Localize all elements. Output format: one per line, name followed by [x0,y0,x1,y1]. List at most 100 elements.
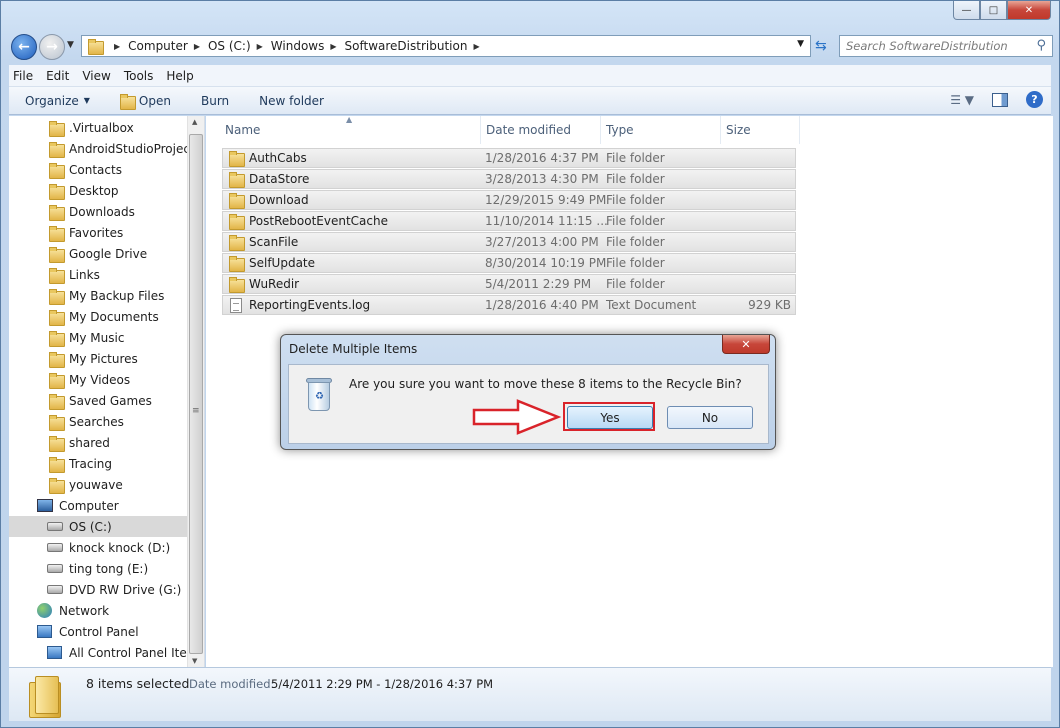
menu-file[interactable]: File [13,69,33,83]
search-input[interactable]: Search SoftwareDistribution ⚲ [839,35,1053,57]
column-header-name[interactable]: Name [219,116,481,144]
folder-icon [49,477,65,494]
selection-count: 8 items selected [86,676,190,691]
nav-item-network[interactable]: Network [37,600,109,621]
file-date: 3/28/2013 4:30 PM [485,172,599,186]
nav-item-label: My Pictures [69,351,138,366]
nav-item-my-documents[interactable]: My Documents [49,306,159,327]
nav-item-ting-tong-e[interactable]: ting tong (E:) [47,558,148,579]
nav-item-label: ting tong (E:) [69,561,149,576]
drive-icon [47,543,63,552]
breadcrumb-separator[interactable]: ▶ [108,42,128,51]
scroll-down-icon[interactable]: ▼ [192,657,197,665]
date-modified-value: 5/4/2011 2:29 PM - 1/28/2016 4:37 PM [271,677,494,691]
dvd-drive-icon [47,585,63,594]
menu-tools[interactable]: Tools [124,69,154,83]
back-button[interactable]: ← [11,34,37,60]
file-row[interactable]: WuRedir 5/4/2011 2:29 PM File folder [222,274,796,294]
folder-icon [49,414,65,431]
scroll-up-icon[interactable]: ▲ [192,118,197,126]
nav-item-saved-games[interactable]: Saved Games [49,390,152,411]
nav-item-tracing[interactable]: Tracing [49,453,112,474]
forward-button[interactable]: → [39,34,65,60]
file-row[interactable]: SelfUpdate 8/30/2014 10:19 PM File folde… [222,253,796,273]
dialog-close-button[interactable]: ✕ [722,335,770,354]
nav-item-knock-knock-d[interactable]: knock knock (D:) [47,537,170,558]
help-icon[interactable]: ? [1026,91,1043,108]
nav-item-virtualbox[interactable]: .Virtualbox [49,117,134,138]
breadcrumb-softwaredistribution[interactable]: SoftwareDistribution ▶ [345,39,488,53]
file-row[interactable]: Download 12/29/2015 9:49 PM File folder [222,190,796,210]
organize-button[interactable]: Organize ▼ [25,94,90,108]
nav-item-searches[interactable]: Searches [49,411,124,432]
file-name: DataStore [249,172,310,186]
file-type: File folder [606,172,665,186]
column-header-date-modified[interactable]: Date modified [480,116,601,144]
open-folder-icon [119,93,136,110]
file-row[interactable]: AuthCabs 1/28/2016 4:37 PM File folder [222,148,796,168]
nav-item-my-pictures[interactable]: My Pictures [49,348,138,369]
maximize-button[interactable]: □ [980,1,1007,20]
breadcrumb-computer[interactable]: Computer ▶ [128,39,208,53]
folder-icon [88,39,104,55]
view-options-icon[interactable]: ☰ ▼ [950,93,974,107]
nav-item-control-panel[interactable]: Control Panel [37,621,139,642]
new-folder-button[interactable]: New folder [259,94,324,108]
nav-item-youwave[interactable]: youwave [49,474,123,495]
folder-icon [49,435,65,452]
dialog-body: ♻ Are you sure you want to move these 8 … [288,364,769,444]
nav-item-my-videos[interactable]: My Videos [49,369,130,390]
nav-item-label: My Documents [69,309,159,324]
nav-item-google-drive[interactable]: Google Drive [49,243,147,264]
menu-help[interactable]: Help [166,69,193,83]
column-header-type[interactable]: Type [600,116,721,144]
minimize-button[interactable]: — [953,1,980,20]
nav-item-androidstudioprojects[interactable]: AndroidStudioProjects [49,138,201,159]
address-dropdown-icon[interactable]: ▼ [797,39,804,49]
nav-item-computer[interactable]: Computer [37,495,119,516]
nav-item-my-backup-files[interactable]: My Backup Files [49,285,164,306]
column-header-label: Size [726,123,751,137]
burn-button[interactable]: Burn [201,94,229,108]
nav-item-contacts[interactable]: Contacts [49,159,122,180]
menu-edit[interactable]: Edit [46,69,69,83]
file-row[interactable]: ReportingEvents.log 1/28/2016 4:40 PM Te… [222,295,796,315]
close-window-button[interactable]: ✕ [1007,1,1051,20]
nav-item-my-music[interactable]: My Music [49,327,124,348]
no-button[interactable]: No [667,406,753,429]
nav-item-os-c[interactable]: OS (C:) [9,516,189,537]
scrollbar-thumb[interactable] [189,134,203,654]
nav-item-downloads[interactable]: Downloads [49,201,135,222]
column-header-label: Date modified [486,123,572,137]
file-row[interactable]: ScanFile 3/27/2013 4:00 PM File folder [222,232,796,252]
refresh-icon[interactable]: ⇆ [815,38,827,54]
dialog-title: Delete Multiple Items [289,342,418,356]
breadcrumb-os-c[interactable]: OS (C:) ▶ [208,39,271,53]
nav-item-favorites[interactable]: Favorites [49,222,123,243]
column-header-size[interactable]: Size [720,116,800,144]
nav-item-dvd-rw-drive-g[interactable]: DVD RW Drive (G:) [47,579,181,600]
file-date: 11/10/2014 11:15 ... [485,214,608,228]
column-header-label: Type [606,123,634,137]
nav-item-shared[interactable]: shared [49,432,110,453]
preview-pane-icon[interactable] [992,92,1008,107]
nav-item-links[interactable]: Links [49,264,100,285]
file-name: SelfUpdate [249,256,316,270]
nav-item-all-control-panel-items[interactable]: All Control Panel Items [47,642,204,663]
folder-icon [229,193,245,209]
recent-pages-dropdown[interactable]: ▼ [67,40,74,50]
annotation-highlight-box [563,402,655,431]
breadcrumb-windows[interactable]: Windows ▶ [271,39,345,53]
navigation-scrollbar[interactable]: ▲ ≡ ▼ [187,116,204,667]
file-row[interactable]: PostRebootEventCache 11/10/2014 11:15 ..… [222,211,796,231]
nav-item-label: Favorites [69,225,124,240]
nav-item-label: OS (C:) [69,519,112,534]
file-row[interactable]: DataStore 3/28/2013 4:30 PM File folder [222,169,796,189]
nav-item-desktop[interactable]: Desktop [49,180,119,201]
menu-view[interactable]: View [82,69,110,83]
open-button[interactable]: Open [119,93,171,110]
search-icon[interactable]: ⚲ [1036,38,1046,53]
file-type: File folder [606,235,665,249]
address-bar[interactable]: ▶ Computer ▶ OS (C:) ▶ Windows ▶ SoftwareDi… [81,35,811,57]
file-name: Download [249,193,309,207]
